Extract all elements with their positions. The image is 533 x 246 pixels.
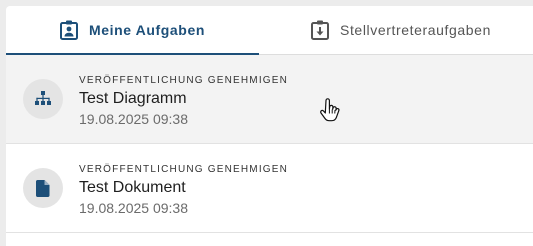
tab-deputy-tasks-label: Stellvertreteraufgaben (340, 22, 491, 38)
task-avatar (23, 79, 63, 119)
task-item-document[interactable]: Veröffentlichung genehmigen Test Dokumen… (6, 144, 533, 233)
download-box-icon (311, 20, 329, 40)
document-icon (36, 180, 50, 197)
diagram-icon (34, 91, 52, 107)
tab-bar: Meine Aufgaben Stellvertreteraufgaben (6, 6, 533, 55)
task-list: Veröffentlichung genehmigen Test Diagram… (6, 55, 533, 233)
task-type: Veröffentlichung genehmigen (79, 164, 288, 175)
task-date: 19.08.2025 09:38 (79, 111, 188, 127)
tab-my-tasks[interactable]: Meine Aufgaben (6, 6, 259, 54)
task-avatar (23, 168, 63, 208)
tab-my-tasks-label: Meine Aufgaben (89, 22, 205, 38)
tab-deputy-tasks[interactable]: Stellvertreteraufgaben (311, 6, 533, 54)
task-title: Test Diagramm (79, 90, 187, 108)
task-date: 19.08.2025 09:38 (79, 200, 188, 216)
task-item-diagram[interactable]: Veröffentlichung genehmigen Test Diagram… (6, 55, 533, 144)
task-title: Test Dokument (79, 179, 186, 197)
task-type: Veröffentlichung genehmigen (79, 75, 288, 86)
assignment-ind-icon (60, 20, 78, 40)
tasks-panel: Meine Aufgaben Stellvertreteraufgaben (6, 6, 533, 246)
hand-pointer-icon (319, 98, 341, 126)
